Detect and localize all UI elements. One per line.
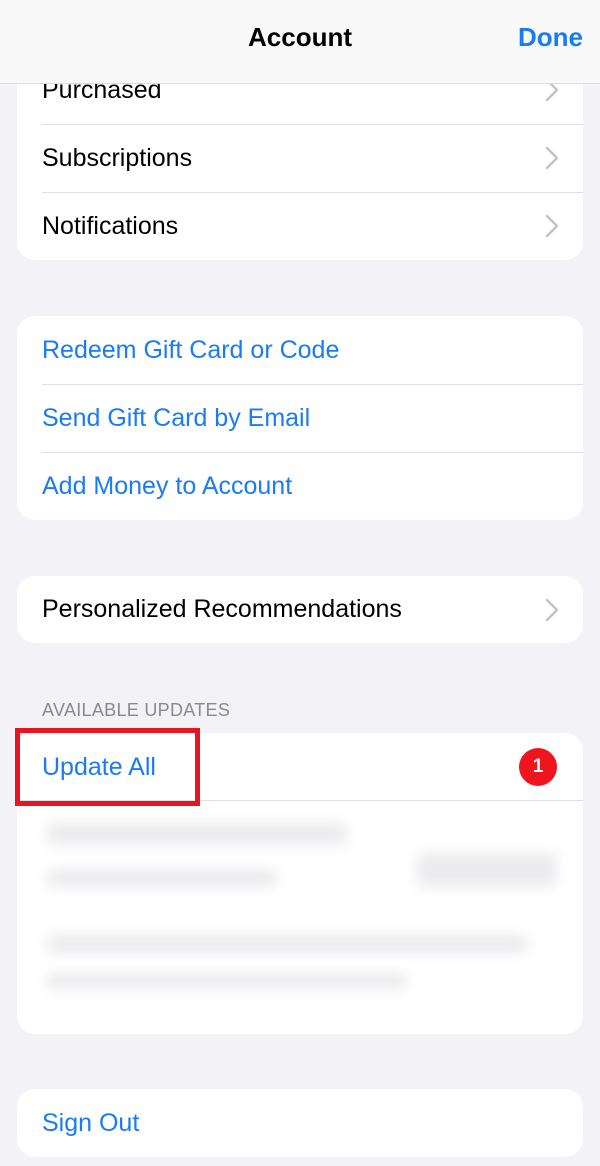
subscriptions-label: Subscriptions [42,143,193,172]
recommendations-card: Personalized Recommendations [17,576,583,643]
update-count-badge: 1 [519,748,557,786]
redeem-gift-card-button[interactable]: Redeem Gift Card or Code [17,316,583,384]
personalized-recommendations-row[interactable]: Personalized Recommendations [17,576,583,643]
blurred-app-update-list [37,823,563,1013]
notifications-row[interactable]: Notifications [17,192,583,260]
personalized-recommendations-label: Personalized Recommendations [42,595,402,623]
redeem-gift-card-label: Redeem Gift Card or Code [42,335,340,364]
gift-card-actions-card: Redeem Gift Card or Code Send Gift Card … [17,316,583,520]
notifications-label: Notifications [42,211,179,240]
update-all-button[interactable]: Update All [42,753,519,782]
account-options-card: Purchased Subscriptions Notifications [17,56,583,260]
add-money-label: Add Money to Account [42,471,293,500]
available-updates-header: AVAILABLE UPDATES [42,700,231,720]
chevron-right-icon [545,146,559,170]
update-all-row[interactable]: Update All 1 [17,733,583,801]
divider [17,800,583,801]
add-money-button[interactable]: Add Money to Account [17,452,583,520]
subscriptions-row[interactable]: Subscriptions [17,124,583,192]
sign-out-label: Sign Out [42,1108,140,1137]
page-title: Account [248,22,352,52]
chevron-right-icon [545,598,559,621]
send-gift-card-button[interactable]: Send Gift Card by Email [17,384,583,452]
account-screen: Account Done Purchased Subscriptions Not… [0,0,600,1166]
done-button[interactable]: Done [518,22,583,53]
navigation-bar: Account Done [0,0,600,84]
send-gift-card-label: Send Gift Card by Email [42,403,311,432]
available-updates-card: Update All 1 [17,733,583,1034]
sign-out-button[interactable]: Sign Out [17,1089,583,1157]
chevron-right-icon [545,214,559,238]
sign-out-card: Sign Out [17,1089,583,1157]
